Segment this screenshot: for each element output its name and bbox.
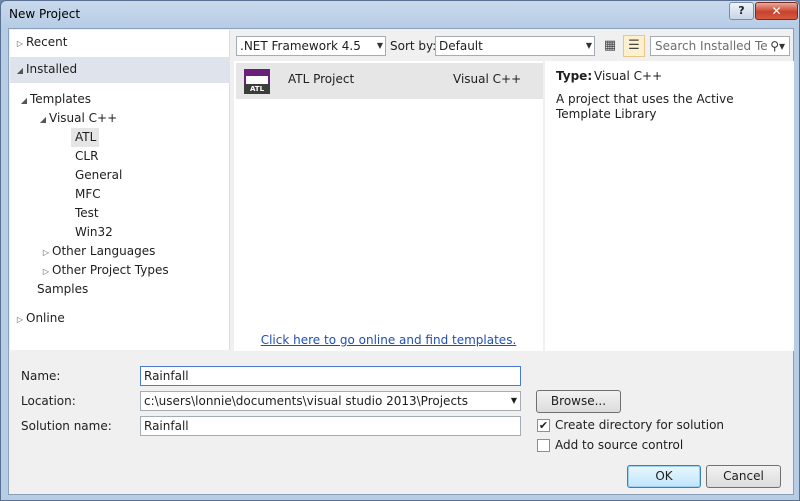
create-directory-checkbox[interactable]: ✔ — [537, 419, 550, 432]
tree-item-recent[interactable]: ▷ Recent — [14, 33, 68, 52]
grid-view-icon[interactable]: ▦ — [599, 35, 621, 57]
source-control-checkbox[interactable] — [537, 439, 550, 452]
dialog-client: ▷ Recent ◢ Installed ◢ Templates ◢ Visual C+… — [8, 28, 794, 495]
expand-arrow-icon: ▷ — [42, 267, 50, 276]
title-bar: New Project ? ✕ — [1, 1, 799, 28]
tree-item-general[interactable]: General — [75, 166, 122, 185]
template-description: A project that uses the Active Template … — [556, 92, 734, 121]
list-view-icon[interactable]: ☰ — [623, 35, 645, 57]
template-language: Visual C++ — [453, 72, 522, 86]
find-templates-online-link[interactable]: Click here to go online and find templat… — [234, 333, 543, 347]
tree-item-other-languages[interactable]: ▷ Other Languages — [40, 242, 155, 261]
template-details: Type: Visual C++ A project that uses the… — [545, 61, 794, 351]
chevron-down-icon: ▼ — [510, 396, 517, 405]
help-button[interactable]: ? — [729, 2, 754, 20]
atl-project-icon: ATL — [244, 69, 270, 94]
expand-arrow-icon: ▷ — [42, 248, 50, 257]
search-icon: ⚲▾ — [770, 39, 785, 53]
create-directory-label: Create directory for solution — [555, 418, 725, 432]
template-name: ATL Project — [288, 72, 355, 86]
source-control-label: Add to source control — [555, 438, 684, 452]
collapse-arrow-icon: ◢ — [39, 115, 47, 124]
ok-button[interactable]: OK — [627, 465, 701, 488]
close-button[interactable]: ✕ — [755, 2, 798, 20]
chevron-down-icon: ▼ — [585, 41, 592, 50]
cancel-button[interactable]: Cancel — [706, 465, 781, 488]
expand-arrow-icon: ▷ — [16, 39, 24, 48]
chevron-down-icon: ▼ — [376, 41, 383, 50]
search-installed-input[interactable]: Search Installed Te ⚲▾ — [650, 36, 790, 56]
tree-item-other-project-types[interactable]: ▷ Other Project Types — [40, 261, 169, 280]
tree-item-templates[interactable]: ◢ Templates — [18, 90, 91, 109]
tree-item-samples[interactable]: Samples — [37, 280, 88, 299]
tree-item-mfc[interactable]: MFC — [75, 185, 101, 204]
location-label: Location: — [21, 394, 76, 408]
new-project-dialog: New Project ? ✕ ▷ Recent ◢ Installed ◢ Temp… — [0, 0, 800, 501]
solution-name-input[interactable]: Rainfall — [140, 416, 521, 436]
tree-item-clr[interactable]: CLR — [75, 147, 98, 166]
browse-button[interactable]: Browse... — [536, 390, 621, 413]
template-list: ATL ATL Project Visual C++ Click here to… — [234, 61, 543, 351]
name-input[interactable]: Rainfall — [140, 366, 521, 386]
location-dropdown[interactable]: c:\users\lonnie\documents\visual studio … — [140, 391, 521, 411]
tree-item-visual-cpp[interactable]: ◢ Visual C++ — [37, 109, 117, 128]
type-label: Type: — [556, 69, 593, 83]
sort-by-label: Sort by: — [390, 39, 437, 53]
tree-item-test[interactable]: Test — [75, 204, 99, 223]
close-icon: ✕ — [771, 4, 782, 18]
template-tree: ▷ Recent ◢ Installed ◢ Templates ◢ Visual C+… — [10, 30, 230, 350]
collapse-arrow-icon: ◢ — [20, 96, 28, 105]
tree-item-win32[interactable]: Win32 — [75, 223, 113, 242]
sort-dropdown[interactable]: Default ▼ — [435, 36, 595, 56]
tree-item-installed[interactable]: ◢ Installed — [14, 60, 77, 79]
dialog-title: New Project — [9, 7, 81, 21]
expand-arrow-icon: ▷ — [16, 315, 24, 324]
tree-item-online[interactable]: ▷ Online — [14, 309, 65, 328]
name-label: Name: — [21, 369, 61, 383]
type-value: Visual C++ — [594, 69, 663, 83]
framework-dropdown[interactable]: .NET Framework 4.5 ▼ — [236, 36, 386, 56]
tree-item-atl[interactable]: ATL — [75, 128, 96, 147]
template-item-atl-project[interactable]: ATL ATL Project Visual C++ — [236, 63, 543, 99]
solution-name-label: Solution name: — [21, 419, 112, 433]
collapse-arrow-icon: ◢ — [16, 66, 24, 75]
